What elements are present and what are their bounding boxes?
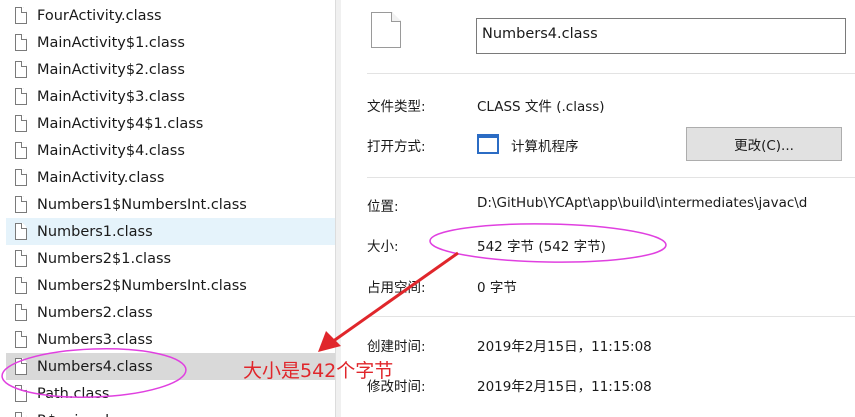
- file-list-item[interactable]: MainActivity$1.class: [6, 29, 335, 56]
- location-value: D:\GitHub\YCApt\app\build\intermediates\…: [477, 195, 808, 211]
- file-list-item[interactable]: Numbers2.class: [6, 299, 335, 326]
- file-icon: [15, 223, 27, 240]
- location-label: 位置:: [367, 199, 399, 215]
- modified-value: 2019年2月15日，11:15:08: [477, 379, 652, 395]
- file-list-item-label: Numbers2.class: [37, 304, 153, 321]
- opens-with-label: 打开方式:: [367, 139, 426, 155]
- separator: [367, 316, 855, 317]
- separator: [367, 73, 855, 74]
- size-label: 大小:: [367, 239, 399, 255]
- size-on-disk-value: 0 字节: [477, 280, 517, 296]
- file-icon: [15, 88, 27, 105]
- change-button[interactable]: 更改(C)...: [686, 127, 842, 161]
- file-list-item[interactable]: MainActivity$4$1.class: [6, 110, 335, 137]
- file-list-item[interactable]: Numbers1.class: [6, 218, 335, 245]
- file-list-item-label: Numbers2$1.class: [37, 250, 172, 267]
- file-list-item-label: Numbers1.class: [37, 223, 153, 240]
- file-list-item[interactable]: Numbers2$1.class: [6, 245, 335, 272]
- file-icon: [15, 277, 27, 294]
- file-list-item-label: Numbers2$NumbersInt.class: [37, 277, 247, 294]
- file-list-item-label: MainActivity$4.class: [37, 142, 185, 159]
- file-list-item[interactable]: MainActivity$2.class: [6, 56, 335, 83]
- properties-panel: Numbers4.class 文件类型: CLASS 文件 (.class) 打…: [341, 0, 855, 417]
- file-icon: [15, 115, 27, 132]
- file-icon: [15, 385, 27, 402]
- file-list-item-label: FourActivity.class: [37, 7, 162, 24]
- file-list-item-label: MainActivity.class: [37, 169, 165, 186]
- opens-with-value: 计算机程序: [511, 139, 579, 155]
- file-list-item-label: MainActivity$4$1.class: [37, 115, 204, 132]
- file-list-item[interactable]: Path.class: [6, 380, 335, 407]
- file-icon: [15, 304, 27, 321]
- type-label: 文件类型:: [367, 99, 426, 115]
- file-list-item-label: Numbers4.class: [37, 358, 153, 375]
- file-name-input[interactable]: Numbers4.class: [476, 18, 846, 54]
- file-icon: [15, 412, 27, 417]
- file-list-item[interactable]: MainActivity$3.class: [6, 83, 335, 110]
- file-list-item[interactable]: Numbers2$NumbersInt.class: [6, 272, 335, 299]
- file-icon: [15, 358, 27, 375]
- created-label: 创建时间:: [367, 339, 426, 355]
- file-list-item[interactable]: FourActivity.class: [6, 2, 335, 29]
- file-icon: [15, 250, 27, 267]
- file-list-item-label: MainActivity$2.class: [37, 61, 185, 78]
- file-list-item-label: R$anim.cl: [37, 413, 109, 417]
- file-list-item[interactable]: Numbers3.class: [6, 326, 335, 353]
- created-value: 2019年2月15日，11:15:08: [477, 339, 652, 355]
- annotation-text: 大小是542个字节: [243, 360, 394, 382]
- separator: [367, 177, 855, 178]
- file-icon: [15, 331, 27, 348]
- file-list-item-label: Path.class: [37, 385, 110, 402]
- file-icon: [15, 34, 27, 51]
- file-list-item-label: Numbers1$NumbersInt.class: [37, 196, 247, 213]
- file-icon: [15, 142, 27, 159]
- file-list-item-label: MainActivity$1.class: [37, 34, 185, 51]
- file-list-item-label: MainActivity$3.class: [37, 88, 185, 105]
- file-icon: [15, 61, 27, 78]
- file-list-item-label: Numbers3.class: [37, 331, 153, 348]
- file-list-item[interactable]: Numbers1$NumbersInt.class: [6, 191, 335, 218]
- type-value: CLASS 文件 (.class): [477, 99, 605, 115]
- file-icon: [15, 169, 27, 186]
- size-value: 542 字节 (542 字节): [477, 239, 606, 255]
- file-icon: [15, 7, 27, 24]
- file-list[interactable]: FourActivity.class MainActivity$1.class Ma…: [0, 0, 335, 417]
- file-list-item[interactable]: R$anim.cl: [6, 407, 335, 417]
- size-on-disk-label: 占用空间:: [367, 280, 426, 296]
- file-list-item[interactable]: MainActivity.class: [6, 164, 335, 191]
- file-list-item[interactable]: MainActivity$4.class: [6, 137, 335, 164]
- file-icon: [15, 196, 27, 213]
- calculator-app-icon: [477, 134, 499, 154]
- file-type-icon: [371, 12, 401, 48]
